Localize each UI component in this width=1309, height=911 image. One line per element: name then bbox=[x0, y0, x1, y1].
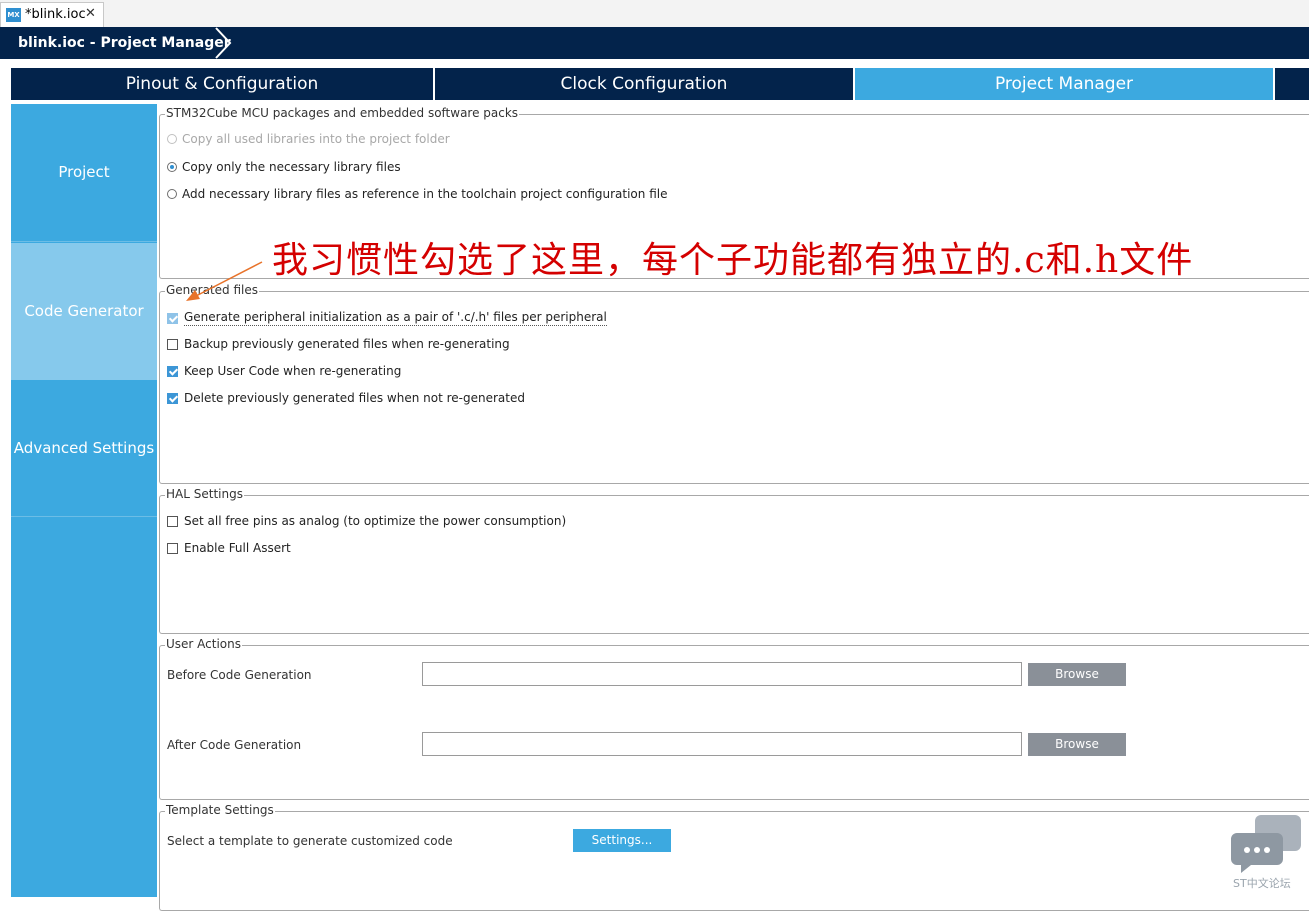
sidebar-divider bbox=[11, 241, 157, 242]
hal-settings-group: HAL Settings Set all free pins as analog… bbox=[159, 487, 1309, 634]
sidebar-divider bbox=[11, 516, 157, 517]
before-browse-button[interactable]: Browse bbox=[1028, 663, 1126, 686]
option-label: Backup previously generated files when r… bbox=[184, 337, 510, 351]
radio-button[interactable] bbox=[167, 189, 177, 199]
tab-pinout-configuration[interactable]: Pinout & Configuration bbox=[11, 68, 433, 100]
before-code-generation-label: Before Code Generation bbox=[167, 668, 312, 682]
stm32cubemx-icon: MX bbox=[6, 8, 21, 22]
after-code-generation-input[interactable] bbox=[422, 732, 1022, 756]
radio-button[interactable] bbox=[167, 134, 177, 144]
option-label: Add necessary library files as reference… bbox=[182, 187, 668, 201]
generated-files-group: Generated files Generate peripheral init… bbox=[159, 283, 1309, 484]
generated-files-legend: Generated files bbox=[165, 283, 260, 297]
after-browse-button[interactable]: Browse bbox=[1028, 733, 1126, 756]
generated-files-option-keep-user-code[interactable]: Keep User Code when re-generating bbox=[167, 364, 401, 378]
sidebar-item-advanced-settings[interactable]: Advanced Settings bbox=[11, 380, 157, 516]
tab-divider bbox=[1273, 68, 1275, 100]
packages-option-copy-all[interactable]: Copy all used libraries into the project… bbox=[167, 132, 450, 146]
user-actions-legend: User Actions bbox=[165, 637, 242, 651]
checkbox[interactable] bbox=[167, 338, 178, 350]
sidebar-item-code-generator[interactable]: Code Generator bbox=[11, 243, 157, 380]
sidebar-item-project[interactable]: Project bbox=[11, 104, 157, 241]
checkbox[interactable] bbox=[167, 365, 178, 377]
generated-files-option-pair-per-peripheral[interactable]: Generate peripheral initialization as a … bbox=[167, 310, 607, 326]
after-code-generation-label: After Code Generation bbox=[167, 738, 302, 752]
checkbox[interactable] bbox=[167, 515, 178, 527]
hal-settings-legend: HAL Settings bbox=[165, 487, 244, 501]
generated-files-option-delete-previous[interactable]: Delete previously generated files when n… bbox=[167, 391, 525, 405]
main-tabs: Pinout & Configuration Clock Configurati… bbox=[11, 68, 1309, 100]
option-label: Copy all used libraries into the project… bbox=[182, 132, 450, 146]
checkbox[interactable] bbox=[167, 542, 178, 554]
radio-button[interactable] bbox=[167, 162, 177, 172]
generated-files-option-backup[interactable]: Backup previously generated files when r… bbox=[167, 337, 510, 351]
option-label: Set all free pins as analog (to optimize… bbox=[184, 514, 567, 528]
checkbox[interactable] bbox=[167, 312, 178, 324]
hal-option-free-pins-analog[interactable]: Set all free pins as analog (to optimize… bbox=[167, 514, 566, 528]
template-settings-label: Select a template to generate customized… bbox=[167, 834, 453, 848]
checkbox[interactable] bbox=[167, 392, 178, 404]
close-icon[interactable]: ✕ bbox=[85, 6, 96, 21]
breadcrumb-chevron-icon bbox=[215, 27, 232, 59]
option-label: Delete previously generated files when n… bbox=[184, 391, 525, 405]
sidebar: Project Code Generator Advanced Settings bbox=[11, 104, 157, 897]
before-code-generation-input[interactable] bbox=[422, 662, 1022, 686]
option-label: Generate peripheral initialization as a … bbox=[184, 310, 607, 326]
watermark-text: ST中文论坛 bbox=[1233, 877, 1291, 890]
packages-option-add-reference[interactable]: Add necessary library files as reference… bbox=[167, 187, 667, 201]
editor-tab-strip: MX *blink.ioc ✕ bbox=[0, 0, 1309, 28]
annotation-text: 我习惯性勾选了这里，每个子功能都有独立的.c和.h文件 bbox=[272, 240, 1194, 281]
hal-option-full-assert[interactable]: Enable Full Assert bbox=[167, 541, 291, 555]
template-settings-legend: Template Settings bbox=[165, 803, 275, 817]
breadcrumb-item-project-manager[interactable]: blink.ioc - Project Manager bbox=[18, 35, 231, 51]
option-label: Enable Full Assert bbox=[184, 541, 291, 555]
tab-clock-configuration[interactable]: Clock Configuration bbox=[435, 68, 853, 100]
packages-legend: STM32Cube MCU packages and embedded soft… bbox=[165, 106, 520, 120]
user-actions-group: User Actions Before Code Generation Brow… bbox=[159, 637, 1309, 800]
editor-tab-label: *blink.ioc bbox=[25, 7, 86, 22]
editor-tab-blink-ioc[interactable]: MX *blink.ioc ✕ bbox=[0, 2, 104, 27]
tab-project-manager[interactable]: Project Manager bbox=[855, 68, 1273, 100]
template-settings-button[interactable]: Settings... bbox=[573, 829, 671, 852]
breadcrumb: blink.ioc - Project Manager bbox=[0, 27, 1309, 59]
option-label: Keep User Code when re-generating bbox=[184, 364, 402, 378]
template-settings-group: Template Settings Select a template to g… bbox=[159, 803, 1309, 911]
option-label: Copy only the necessary library files bbox=[182, 160, 401, 174]
packages-option-copy-necessary[interactable]: Copy only the necessary library files bbox=[167, 160, 401, 174]
